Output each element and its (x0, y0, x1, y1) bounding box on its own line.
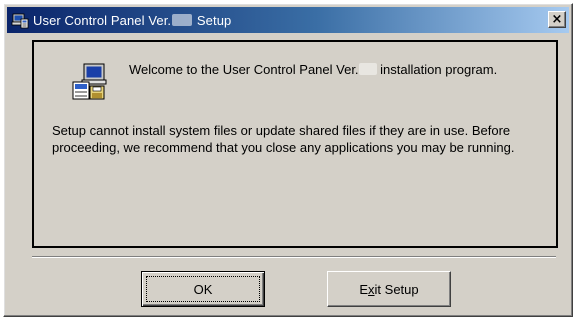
window-title: User Control Panel Ver. Setup (33, 12, 232, 28)
redacted-version (172, 13, 193, 26)
setup-dialog-window: User Control Panel Ver. Setup × Welcome … (3, 3, 573, 317)
focus-rectangle (146, 276, 260, 302)
setup-computer-icon (72, 63, 107, 100)
setup-computer-icon (11, 13, 29, 29)
close-icon: × (551, 12, 563, 27)
exit-setup-button-label: Exit Setup (359, 281, 419, 297)
welcome-text: Welcome to the User Control Panel Ver. i… (129, 62, 498, 77)
divider (32, 256, 556, 258)
redacted-version (358, 63, 377, 75)
close-button[interactable]: × (548, 11, 566, 28)
setup-warning-text: Setup cannot install system files or upd… (52, 123, 515, 155)
ok-button[interactable]: OK (141, 271, 265, 307)
title-bar[interactable]: User Control Panel Ver. Setup × (7, 7, 569, 33)
exit-setup-button[interactable]: Exit Setup (327, 271, 451, 307)
message-panel: Welcome to the User Control Panel Ver. i… (32, 40, 558, 248)
